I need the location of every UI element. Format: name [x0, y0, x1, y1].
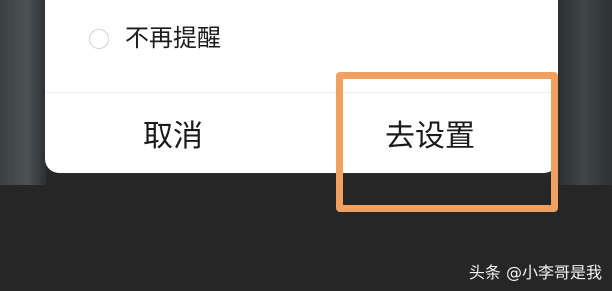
- dont-remind-label: 不再提醒: [125, 24, 221, 52]
- dont-remind-radio[interactable]: [89, 29, 109, 49]
- watermark: 头条 @小李哥是我: [468, 263, 602, 282]
- background-left-edge: [0, 0, 46, 185]
- highlight-annotation-box: [336, 72, 558, 212]
- cancel-button[interactable]: 取消: [45, 93, 301, 173]
- background-right-edge: [556, 0, 612, 185]
